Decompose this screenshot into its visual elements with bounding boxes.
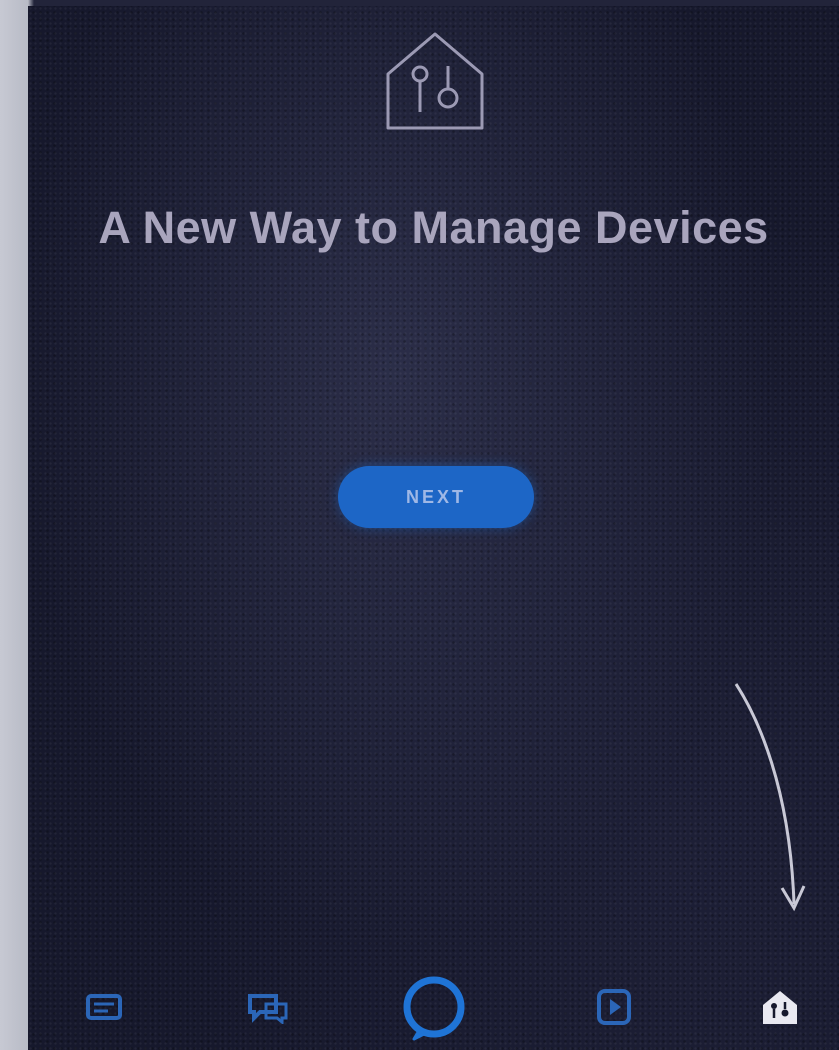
app-screen: A New Way to Manage Devices NEXT [28, 6, 839, 1050]
photo-frame: A New Way to Manage Devices NEXT [0, 0, 839, 1050]
nav-item-home[interactable] [64, 964, 144, 1050]
alexa-ring-icon [403, 976, 465, 1041]
next-button[interactable]: NEXT [338, 466, 534, 528]
onboarding-title: A New Way to Manage Devices [98, 202, 769, 253]
smart-home-icon [763, 991, 797, 1024]
nav-item-alexa[interactable] [394, 964, 474, 1050]
play-icon [597, 989, 631, 1025]
nav-item-communicate[interactable] [228, 964, 308, 1050]
home-feed-icon [86, 994, 122, 1020]
nav-item-play[interactable] [574, 964, 654, 1050]
bottom-nav [28, 964, 839, 1050]
chat-icon [248, 994, 288, 1024]
smart-home-icon [386, 32, 484, 130]
arrow-down-icon [734, 683, 806, 912]
nav-item-devices[interactable] [740, 964, 820, 1050]
